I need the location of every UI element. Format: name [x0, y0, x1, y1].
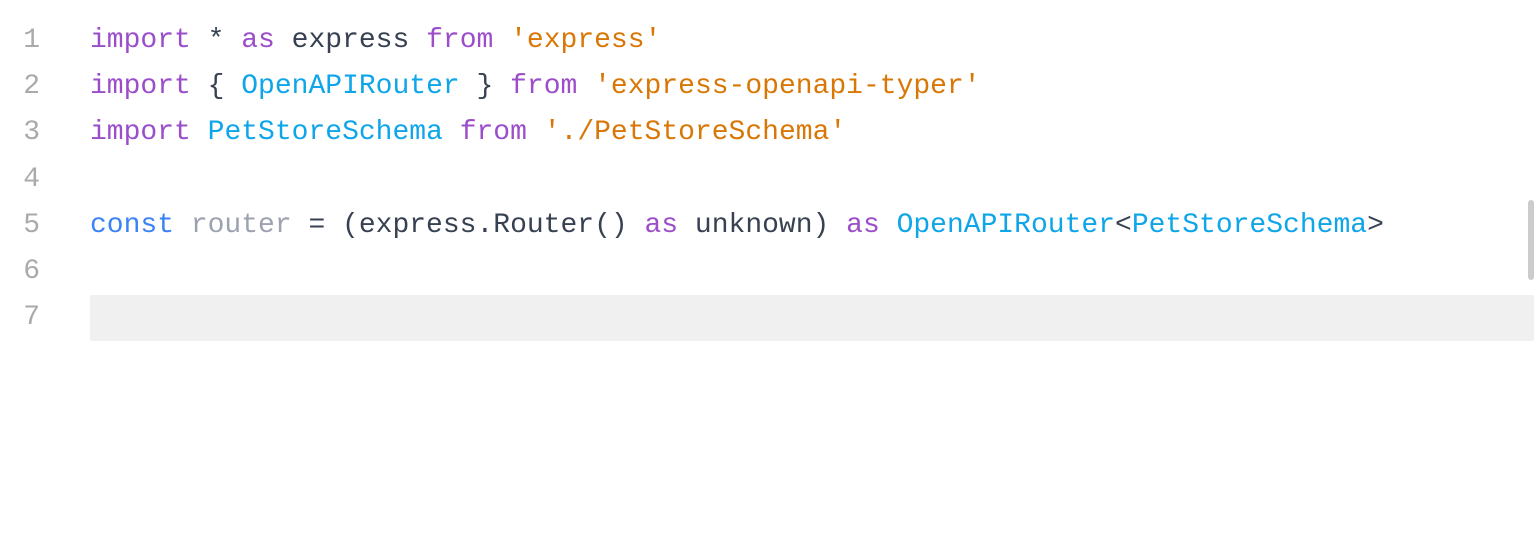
line-number-4: 4: [0, 157, 60, 203]
code-line-1: import * as express from 'express': [90, 18, 1534, 64]
line-number-6: 6: [0, 249, 60, 295]
code-content[interactable]: import * as express from 'express'import…: [60, 0, 1534, 548]
line-number-3: 3: [0, 110, 60, 156]
line-numbers: 1 2 3 4 5 6 7: [0, 0, 60, 548]
code-line-3: import PetStoreSchema from './PetStoreSc…: [90, 110, 1534, 156]
code-editor: 1 2 3 4 5 6 7 import * as express from '…: [0, 0, 1534, 548]
scrollbar[interactable]: [1528, 200, 1534, 280]
line-number-2: 2: [0, 64, 60, 110]
line-number-7: 7: [0, 295, 60, 341]
code-line-2: import { OpenAPIRouter } from 'express-o…: [90, 64, 1534, 110]
code-line-5: const router = (express.Router() as unkn…: [90, 203, 1534, 249]
code-line-6: [90, 249, 1534, 295]
line-number-1: 1: [0, 18, 60, 64]
line-number-5: 5: [0, 203, 60, 249]
code-line-4: [90, 157, 1534, 203]
code-line-7: [90, 295, 1534, 341]
